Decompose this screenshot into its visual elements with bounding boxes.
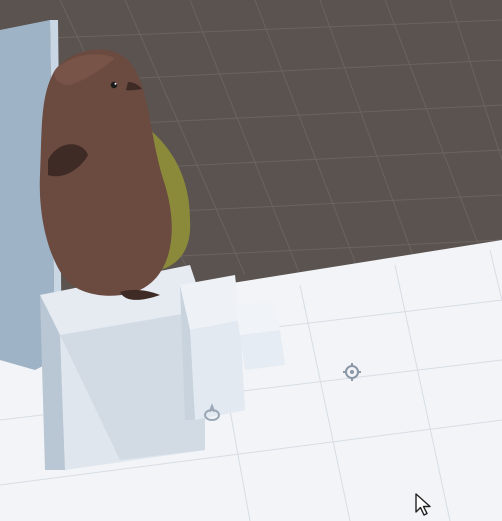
penguin-eye [110, 81, 118, 89]
step-block-2-front [240, 330, 285, 370]
scene-canvas[interactable] [0, 0, 502, 521]
game-viewport[interactable] [0, 0, 502, 521]
step-block-1-front [190, 320, 245, 420]
penguin-eye-highlight [114, 82, 117, 85]
step-block-2-top [235, 300, 280, 335]
